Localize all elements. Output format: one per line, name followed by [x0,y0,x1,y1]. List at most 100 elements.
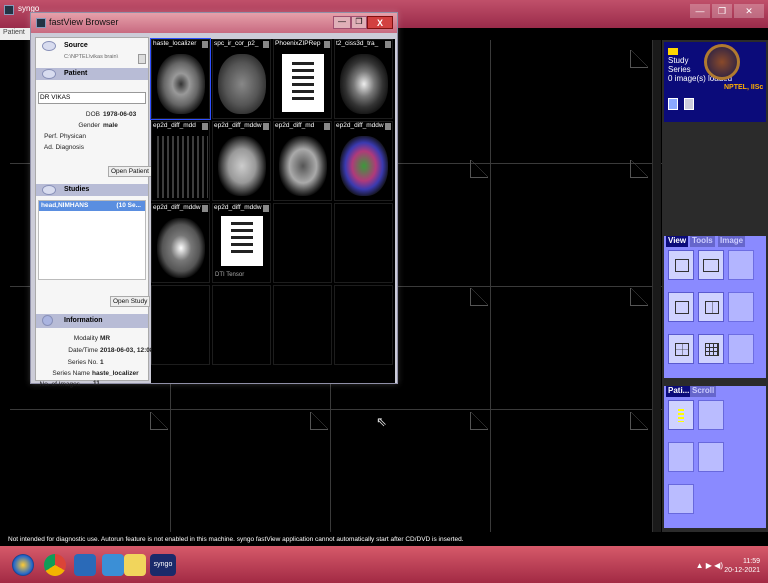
studies-icon [42,185,56,195]
study-row[interactable]: head,NIMHANS (10 Se... [39,201,145,211]
layout-1x2-icon[interactable] [698,292,724,322]
syngo-app-icon [4,5,14,15]
series-label: haste_localizer [152,40,209,50]
mri-thumbnail-image [340,54,388,114]
series-label: ep2d_diff_mddw [213,122,270,132]
patient-scroll-panel: Pati... Scroll [664,386,766,528]
info-icon[interactable] [668,98,678,110]
tab-tools[interactable]: Tools [690,236,715,247]
series-label: ep2d_diff_mddw [335,122,392,132]
close-button[interactable]: ✕ [734,4,764,18]
series-thumbnail[interactable]: ep2d_diff_mddw [334,121,393,201]
studies-list[interactable]: head,NIMHANS (10 Se... [38,200,146,280]
modality-label: Modality [73,335,98,342]
layout-grid-icon[interactable] [698,334,724,364]
viewport-corner-icon [470,412,488,430]
clock-date: 20-12-2021 [724,567,760,574]
mouse-cursor-icon: ⇖ [376,414,387,429]
empty-thumbnail-slot [273,203,332,283]
series-thumbnail[interactable]: PhoenixZIPRep [273,39,332,119]
source-icon [42,41,56,51]
viewport-corner-icon [630,50,648,68]
fastview-maximize-button[interactable]: ❐ [351,16,367,29]
layout-1x1-icon[interactable] [668,292,694,322]
series-label: ep2d_diff_mddw [152,204,209,214]
modality-value: MR [100,335,111,342]
file-explorer-icon[interactable] [74,554,96,576]
empty-thumbnail-slot [212,285,271,365]
patient-header[interactable]: Patient [36,68,148,80]
tab-scroll[interactable]: Scroll [690,386,717,397]
dti-tensor-label: DTI Tensor [215,272,245,278]
open-patient-button[interactable]: Open Patient [108,166,152,177]
viewer-scrollbar[interactable] [652,40,661,532]
patient-list-icon[interactable] [668,400,694,430]
information-header[interactable]: Information [36,314,148,328]
minimize-button[interactable]: — [690,4,710,18]
status-message: Not intended for diagnostic use. Autorun… [0,532,768,546]
empty-thumbnail-slot [334,203,393,283]
fastview-titlebar[interactable]: fastView Browser — ❐ X [31,13,397,33]
tab-patient[interactable]: Pati... [666,386,692,397]
diagnosis-label: Ad. Diagnosis [43,144,84,151]
export-icon[interactable] [698,400,724,430]
system-tray[interactable]: ▲ ▶ ◀) [696,561,723,570]
patient-icon [42,69,56,79]
clock-time: 11:59 [743,558,760,565]
series-thumbnail[interactable]: ep2d_diff_mddw [212,121,271,201]
menu-patient[interactable]: Patient [0,28,30,40]
num-images-label: No. of Images [39,381,80,388]
info-icon [42,315,53,326]
source-scroll[interactable] [138,54,146,64]
nptel-logo-text: NPTEL, IISc [724,84,764,91]
volume-view-icon[interactable] [728,292,754,322]
fastview-minimize-button[interactable]: — [333,16,351,29]
series-no-label: Series No. [67,359,98,366]
transfer-icon[interactable] [698,442,724,472]
document-icon[interactable] [684,98,694,110]
taskbar: syngo ▲ ▶ ◀) 11:59 20-12-2021 [0,546,768,583]
tab-view[interactable]: View [666,236,689,247]
mri-thumbnail-image [218,136,266,196]
study-info-panel: Study Series 0 image(s) loaded NPTEL, II… [664,42,766,122]
maximize-button[interactable]: ❐ [712,4,732,18]
mri-thumbnail-image [218,54,266,114]
dual-view-icon[interactable] [698,250,724,280]
study-name: head,NIMHANS [41,202,89,209]
gender-value: male [103,122,118,129]
nptel-logo [704,44,740,80]
fastview-close-button[interactable]: X [367,16,393,29]
file-manager-icon[interactable] [124,554,146,576]
documents-icon[interactable] [102,554,124,576]
single-view-icon[interactable] [668,250,694,280]
layout-2x2-icon[interactable] [668,334,694,364]
series-thumbnail[interactable]: ep2d_diff_mddw [151,203,210,283]
import-icon[interactable] [668,442,694,472]
series-thumbnail[interactable]: haste_localizer [150,38,211,120]
chrome-icon[interactable] [44,554,66,576]
series-thumbnail[interactable]: t2_ciss3d_tra_ [334,39,393,119]
mpr-view-icon[interactable] [728,334,754,364]
tab-image[interactable]: Image [718,236,746,247]
report-document-icon [221,216,263,266]
mri-thumbnail-image [279,136,327,196]
series-thumbnail[interactable]: ep2d_diff_mdd [151,121,210,201]
windows-start-icon[interactable] [12,554,34,576]
series-thumbnail[interactable]: ep2d_diff_md [273,121,332,201]
syngo-taskbar-button[interactable]: syngo [150,554,176,576]
series-thumbnail[interactable]: spc_ir_cor_p2_ [212,39,271,119]
series-label: t2_ciss3d_tra_ [335,40,392,50]
studies-header[interactable]: Studies [36,184,148,196]
clock[interactable]: 11:59 20-12-2021 [724,557,760,575]
series-name-value: haste_localizer [92,370,139,377]
open-study-button[interactable]: Open Study [110,296,151,307]
3d-view-icon[interactable] [728,250,754,280]
series-thumbnail[interactable]: ep2d_diff_mddw DTI Tensor [212,203,271,283]
fastview-title: fastView Browser [49,17,119,27]
print-icon[interactable] [668,484,694,514]
patient-name-field[interactable]: DR VIKAS [38,92,146,104]
source-header[interactable]: Source [36,40,148,52]
mosaic-thumbnail-image [154,136,208,198]
empty-thumbnail-slot [273,285,332,365]
viewport-corner-icon [630,412,648,430]
